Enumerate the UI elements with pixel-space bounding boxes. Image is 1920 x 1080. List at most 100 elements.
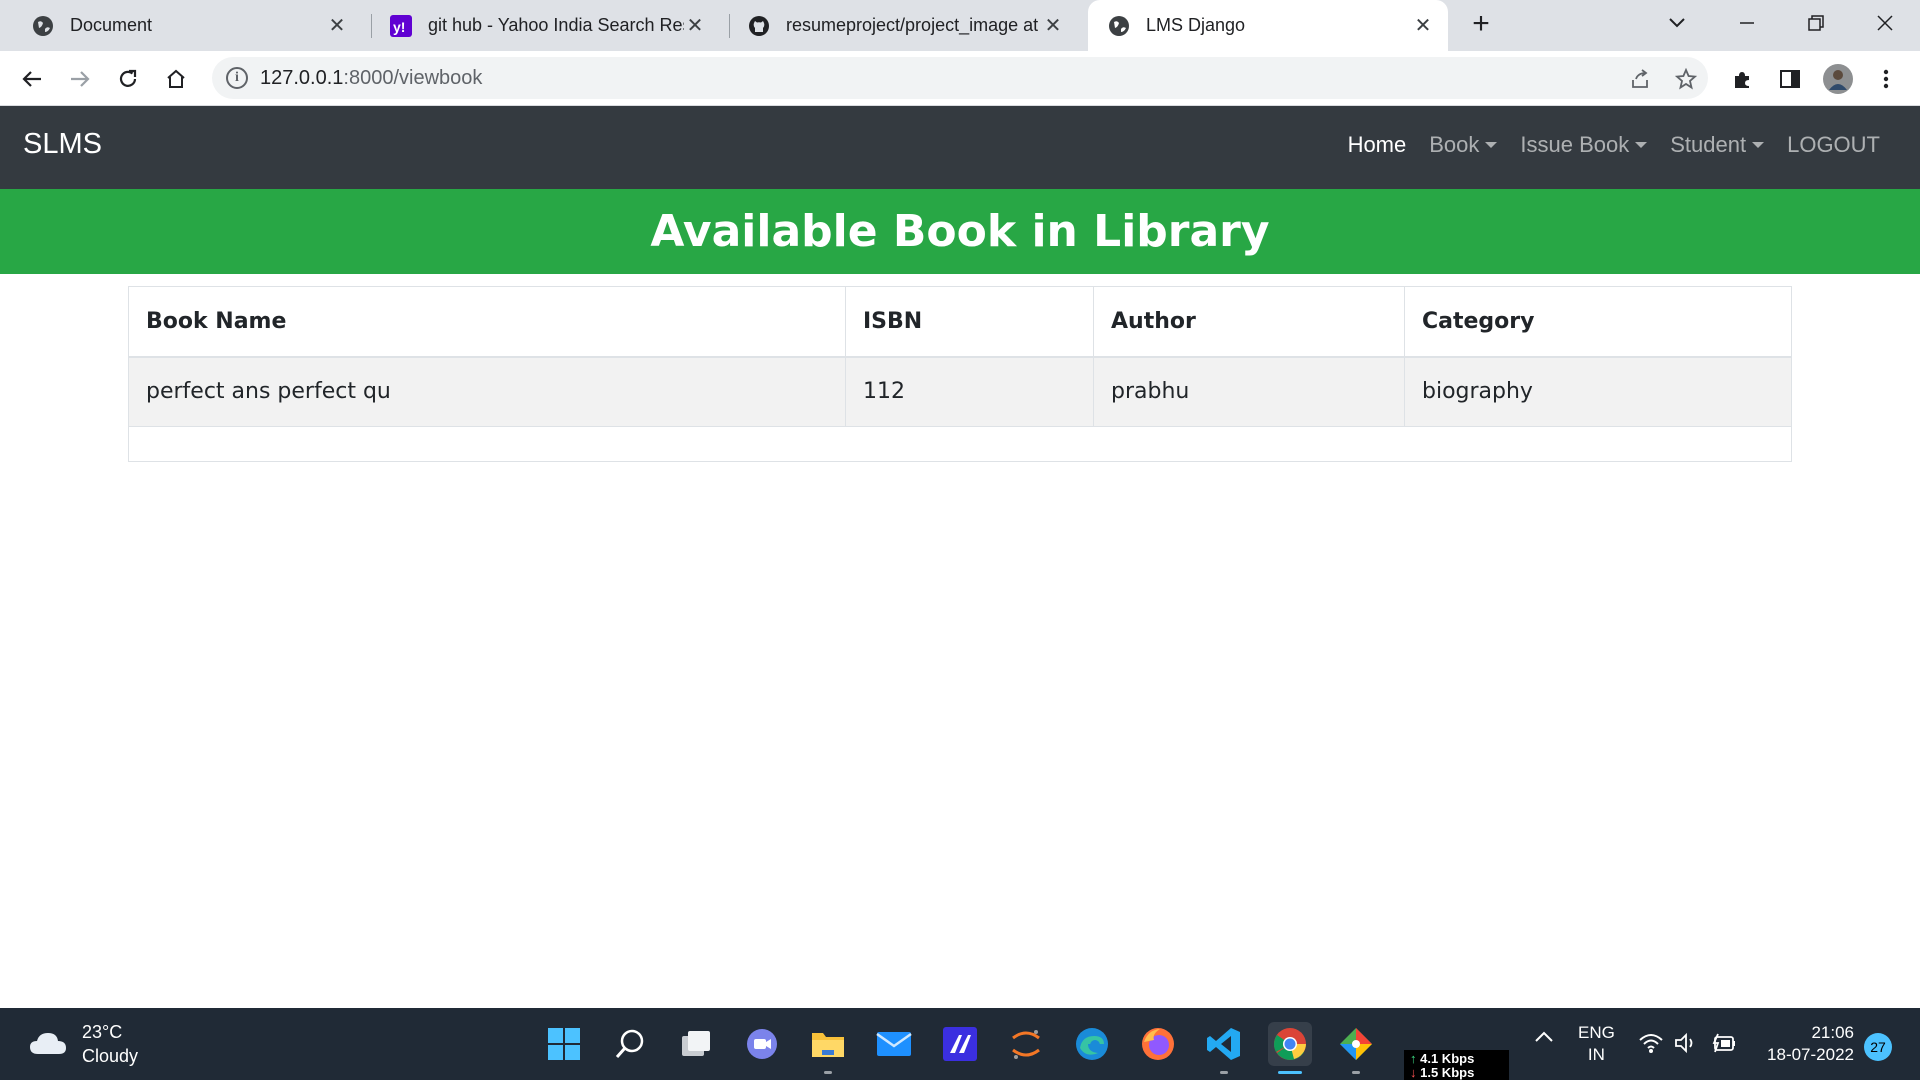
column-header-isbn: ISBN	[845, 286, 1094, 358]
clock-time: 21:06	[1811, 1023, 1854, 1042]
nav-logout-label: LOGOUT	[1787, 132, 1880, 157]
mail-icon[interactable]	[872, 1022, 916, 1066]
new-tab-button[interactable]: +	[1466, 9, 1496, 40]
caret-down-icon	[1635, 142, 1648, 148]
region-code: IN	[1587, 1045, 1605, 1064]
edge-browser-icon[interactable]	[1070, 1022, 1114, 1066]
extensions-icon[interactable]	[1726, 63, 1758, 95]
nav-book-dropdown[interactable]: Book	[1429, 132, 1498, 158]
github-icon	[748, 15, 770, 37]
nav-issue-book-label: Issue Book	[1520, 132, 1630, 157]
show-hidden-icons-chevron-icon[interactable]	[1534, 1030, 1554, 1044]
search-icon[interactable]	[608, 1022, 652, 1066]
cell-book-name: perfect ans perfect qu	[128, 356, 846, 427]
caret-down-icon	[1485, 142, 1498, 148]
nav-issue-book-dropdown[interactable]: Issue Book	[1520, 132, 1648, 158]
cell-category: biography	[1404, 356, 1792, 427]
column-header-category: Category	[1404, 286, 1792, 358]
profile-avatar[interactable]	[1822, 63, 1854, 95]
url-path: :8000/viewbook	[343, 66, 483, 89]
caret-down-icon	[1752, 142, 1765, 148]
battery-charging-icon[interactable]	[1710, 1032, 1736, 1054]
close-window-button[interactable]	[1862, 0, 1908, 45]
cell-author: prabhu	[1093, 356, 1405, 427]
share-icon[interactable]	[1628, 67, 1652, 91]
browser-toolbar: i 127.0.0.1:8000/viewbook	[0, 51, 1920, 106]
close-icon[interactable]: ✕	[1412, 15, 1434, 37]
globe-icon	[1108, 15, 1130, 37]
volume-icon[interactable]	[1674, 1032, 1698, 1054]
tab-title: git hub - Yahoo India Search Resu	[428, 15, 684, 35]
tab-lms-django[interactable]: LMS Django ✕	[1088, 0, 1448, 51]
visual-studio-app-icon[interactable]	[938, 1022, 982, 1066]
firefox-icon[interactable]	[1136, 1022, 1180, 1066]
site-info-icon[interactable]: i	[226, 67, 248, 89]
site-navbar: SLMS Home Book Issue Book Student LOGOUT	[0, 106, 1920, 189]
tab-yahoo-search[interactable]: y! git hub - Yahoo India Search Resu ✕	[376, 0, 720, 51]
table-empty-row	[128, 426, 1792, 462]
column-header-author: Author	[1093, 286, 1405, 358]
language-code: ENG	[1578, 1023, 1615, 1042]
running-indicator	[824, 1071, 832, 1074]
close-icon[interactable]: ✕	[684, 15, 706, 37]
cloud-icon	[28, 1028, 68, 1061]
notification-badge[interactable]: 27	[1864, 1033, 1892, 1061]
restore-button[interactable]	[1793, 0, 1839, 45]
nav-links: Home Book Issue Book Student LOGOUT	[1325, 132, 1880, 158]
table-header-row: Book Name ISBN Author Category	[128, 286, 1792, 358]
chrome-icon[interactable]	[1268, 1022, 1312, 1074]
books-table: Book Name ISBN Author Category perfect a…	[128, 286, 1792, 462]
reload-button[interactable]	[112, 63, 144, 95]
download-arrow-icon: ↓	[1410, 1065, 1417, 1080]
nav-home-label: Home	[1347, 132, 1407, 157]
table-row: perfect ans perfect qu 112 prabhu biogra…	[128, 356, 1792, 427]
address-bar[interactable]: i 127.0.0.1:8000/viewbook	[212, 57, 1708, 99]
url-host: 127.0.0.1	[260, 66, 344, 89]
weather-widget[interactable]: 23°C Cloudy	[28, 1020, 138, 1068]
chrome-menu-icon[interactable]	[1870, 63, 1902, 95]
tab-separator	[729, 14, 730, 38]
back-button[interactable]	[16, 63, 48, 95]
tab-github[interactable]: resumeproject/project_image at ✕	[734, 0, 1078, 51]
language-indicator[interactable]: ENG IN	[1578, 1022, 1615, 1066]
nav-book-label: Book	[1429, 132, 1480, 157]
cell-isbn: 112	[845, 356, 1094, 427]
minimize-button[interactable]	[1724, 0, 1770, 45]
weather-temperature: 23°C	[82, 1022, 123, 1042]
tab-search-chevron-icon[interactable]	[1654, 0, 1700, 45]
close-icon[interactable]: ✕	[326, 15, 348, 37]
tab-document[interactable]: Document ✕	[18, 0, 362, 51]
forward-button[interactable]	[64, 63, 96, 95]
column-header-book-name: Book Name	[128, 286, 846, 358]
wifi-icon[interactable]	[1638, 1032, 1664, 1054]
vscode-icon[interactable]	[1202, 1022, 1246, 1074]
running-indicator	[1220, 1071, 1228, 1074]
git-client-icon[interactable]	[1334, 1022, 1378, 1074]
upload-arrow-icon: ↑	[1410, 1051, 1417, 1066]
globe-icon	[32, 15, 54, 37]
tab-separator	[371, 14, 372, 38]
home-button[interactable]	[160, 63, 192, 95]
teams-chat-icon[interactable]	[740, 1022, 784, 1066]
bookmark-star-icon[interactable]	[1674, 67, 1698, 91]
close-icon[interactable]: ✕	[1042, 15, 1064, 37]
jupyter-icon[interactable]	[1004, 1022, 1048, 1066]
network-speed-meter: ↑ 4.1 Kbps ↓ 1.5 Kbps	[1404, 1050, 1509, 1080]
net-download-speed: 1.5 Kbps	[1420, 1065, 1475, 1080]
empty-cell	[128, 426, 1792, 462]
nav-home[interactable]: Home	[1348, 132, 1407, 158]
svg-text:y!: y!	[393, 19, 405, 35]
file-explorer-icon[interactable]	[806, 1022, 850, 1074]
task-view-icon[interactable]	[674, 1022, 718, 1066]
side-panel-icon[interactable]	[1774, 63, 1806, 95]
weather-text: 23°C Cloudy	[82, 1020, 138, 1068]
start-button[interactable]	[542, 1022, 586, 1066]
active-app-indicator	[1278, 1071, 1302, 1074]
nav-student-label: Student	[1670, 132, 1747, 157]
tab-title: Document	[70, 15, 153, 35]
url-text: 127.0.0.1:8000/viewbook	[260, 67, 482, 90]
nav-logout[interactable]: LOGOUT	[1787, 132, 1880, 158]
system-clock[interactable]: 21:06 18-07-2022	[1758, 1022, 1854, 1066]
brand-logo[interactable]: SLMS	[23, 128, 102, 161]
nav-student-dropdown[interactable]: Student	[1670, 132, 1765, 158]
